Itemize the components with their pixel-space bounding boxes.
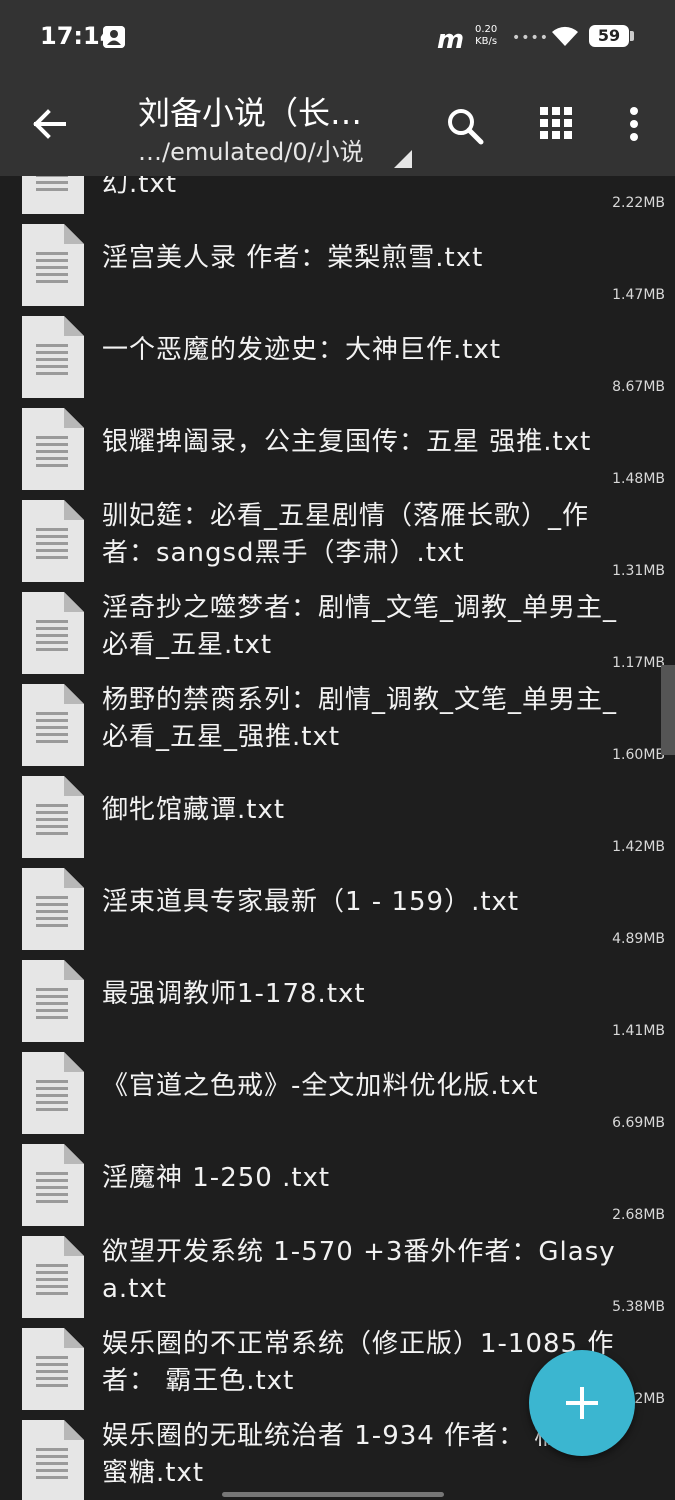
file-row[interactable]: 驯妃筵：必看_五星剧情（落雁长歌）_作者：sangsd黑手（李肃）.txt 1.3… — [0, 490, 675, 582]
net-speed-unit: KB/s — [475, 36, 498, 47]
file-row[interactable]: 欲望开发系统 1-570 +3番外作者：Glasya.txt 5.38MB — [0, 1226, 675, 1318]
file-row[interactable]: 最强调教师1-178.txt 1.41MB — [0, 950, 675, 1042]
folder-title: 刘备小说（长… — [138, 94, 363, 132]
text-file-icon — [22, 776, 84, 858]
file-name: 淫宫美人录 作者：棠梨煎雪.txt — [102, 243, 484, 273]
file-name: 杨野的禁脔系列：剧情_调教_文笔_单男主_必看_五星_强推.txt — [102, 685, 618, 752]
battery-icon — [630, 31, 634, 41]
file-size: 6.69MB — [612, 1115, 665, 1131]
file-size: 1.60MB — [612, 747, 665, 763]
file-row[interactable]: 《官道之色戒》-全文加料优化版.txt 6.69MB — [0, 1042, 675, 1134]
text-file-icon — [22, 592, 84, 674]
net-speed: 0.20 KB/s — [475, 24, 497, 48]
file-size: 8.67MB — [612, 379, 665, 395]
text-file-icon — [22, 1420, 84, 1500]
signal-dots-icon: •••• — [512, 30, 550, 46]
file-size: 1.47MB — [612, 287, 665, 303]
file-size: 1.31MB — [612, 563, 665, 579]
file-size: 1.42MB — [612, 839, 665, 855]
grid-view-icon[interactable] — [540, 107, 572, 143]
file-size: 2.22MB — [612, 195, 665, 211]
text-file-icon — [22, 1236, 84, 1318]
file-row[interactable]: 淫奇抄之噬梦者：剧情_文笔_调教_单男主_必看_五星.txt 1.17MB — [0, 582, 675, 674]
text-file-icon — [22, 960, 84, 1042]
file-name: 最强调教师1-178.txt — [102, 979, 366, 1009]
file-name: 淫魔神 1-250 .txt — [102, 1163, 331, 1193]
more-vert-icon[interactable] — [624, 106, 644, 146]
file-size: 1.41MB — [612, 1023, 665, 1039]
file-row[interactable]: 御牝馆藏谭.txt 1.42MB — [0, 766, 675, 858]
status-bar: 17:14 m 0.20 KB/s •••• 59 — [0, 0, 675, 72]
file-name: 银耀捭阖录，公主复国传：五星 强推.txt — [102, 427, 592, 457]
text-file-icon — [22, 868, 84, 950]
text-file-icon — [22, 684, 84, 766]
file-name: 一个恶魔的发迹史：大神巨作.txt — [102, 335, 502, 365]
file-name: 《官道之色戒》-全文加料优化版.txt — [102, 1071, 539, 1101]
file-row[interactable]: 幻.txt 2.22MB — [0, 176, 675, 214]
file-size: 4.89MB — [612, 931, 665, 947]
file-row[interactable]: 淫魔神 1-250 .txt 2.68MB — [0, 1134, 675, 1226]
text-file-icon — [22, 176, 84, 214]
file-row[interactable]: 淫宫美人录 作者：棠梨煎雪.txt 1.47MB — [0, 214, 675, 306]
battery-level: 59 — [589, 25, 629, 47]
file-name: 御牝馆藏谭.txt — [102, 795, 286, 825]
carrier-logo-icon: m — [437, 25, 465, 55]
net-speed-value: 0.20 — [475, 24, 498, 35]
add-icon — [566, 1387, 598, 1419]
file-name: 欲望开发系统 1-570 +3番外作者：Glasya.txt — [102, 1237, 616, 1304]
add-button[interactable] — [529, 1350, 635, 1456]
file-list[interactable]: 幻.txt 2.22MB 淫宫美人录 作者：棠梨煎雪.txt 1.47MB 一个恶魔的发… — [0, 176, 675, 1500]
file-name: 幻.txt — [102, 176, 178, 199]
text-file-icon — [22, 1052, 84, 1134]
path-dropdown-icon[interactable] — [394, 150, 412, 168]
back-arrow-icon[interactable] — [30, 104, 70, 144]
file-size: 5.38MB — [612, 1299, 665, 1315]
folder-path[interactable]: …/emulated/0/小说 — [138, 132, 364, 167]
file-name: 淫束道具专家最新（1 - 159）.txt — [102, 887, 520, 917]
file-size: 2.68MB — [612, 1207, 665, 1223]
wifi-icon — [550, 24, 580, 52]
app-toolbar: 刘备小说（长… …/emulated/0/小说 — [0, 72, 675, 176]
text-file-icon — [22, 316, 84, 398]
file-size: 1.17MB — [612, 655, 665, 671]
notification-icon — [103, 26, 125, 48]
file-row[interactable]: 淫束道具专家最新（1 - 159）.txt 4.89MB — [0, 858, 675, 950]
home-indicator[interactable] — [222, 1492, 444, 1497]
text-file-icon — [22, 500, 84, 582]
text-file-icon — [22, 224, 84, 306]
search-icon[interactable] — [445, 106, 485, 150]
text-file-icon — [22, 1144, 84, 1226]
text-file-icon — [22, 1328, 84, 1410]
scrollbar-thumb[interactable] — [661, 665, 675, 755]
text-file-icon — [22, 408, 84, 490]
file-name: 淫奇抄之噬梦者：剧情_文笔_调教_单男主_必看_五星.txt — [102, 593, 618, 660]
file-row[interactable]: 一个恶魔的发迹史：大神巨作.txt 8.67MB — [0, 306, 675, 398]
file-size: 1.48MB — [612, 471, 665, 487]
file-name: 驯妃筵：必看_五星剧情（落雁长歌）_作者：sangsd黑手（李肃）.txt — [102, 501, 590, 568]
file-row[interactable]: 银耀捭阖录，公主复国传：五星 强推.txt 1.48MB — [0, 398, 675, 490]
file-row[interactable]: 杨野的禁脔系列：剧情_调教_文笔_单男主_必看_五星_强推.txt 1.60MB — [0, 674, 675, 766]
